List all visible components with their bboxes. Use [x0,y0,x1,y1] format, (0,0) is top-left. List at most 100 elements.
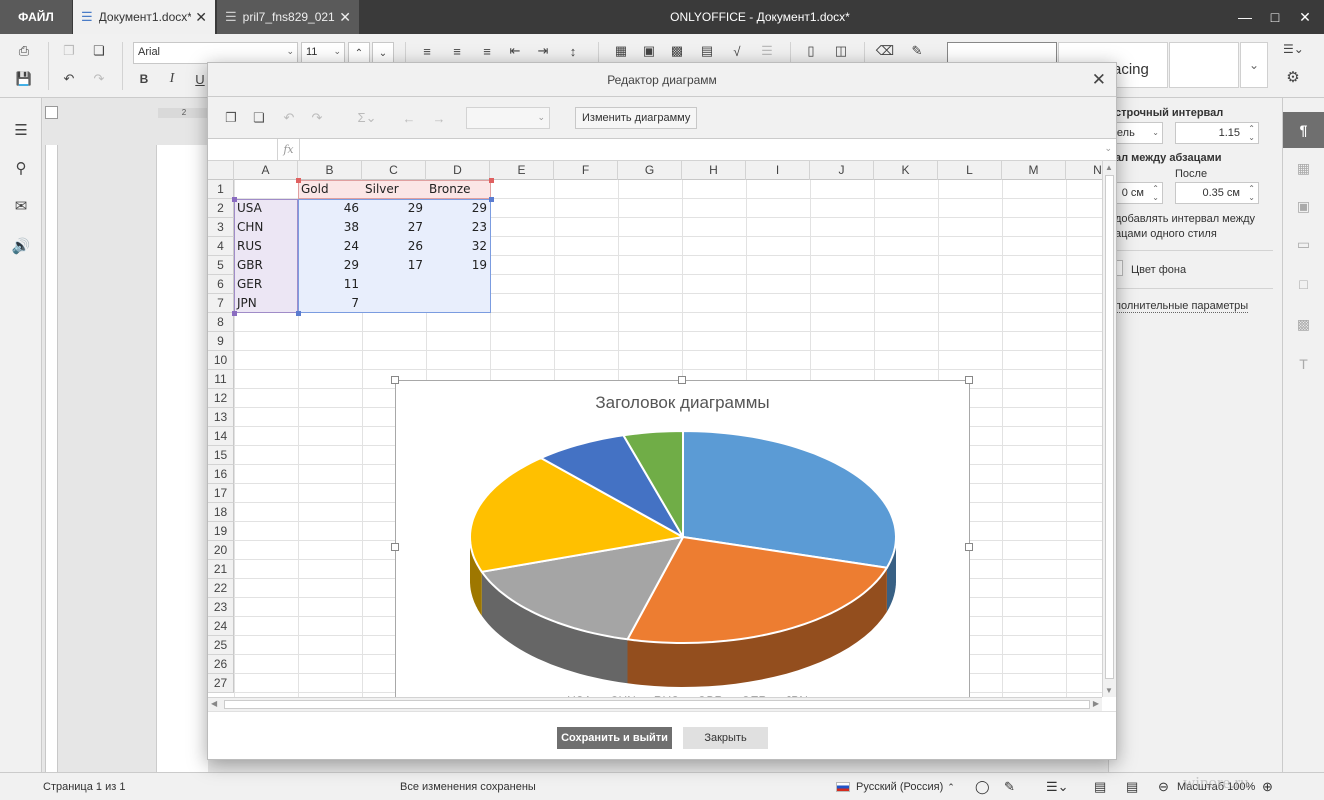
close-tab-icon[interactable]: ✕ [339,9,351,26]
print-icon[interactable]: ⎙ [13,40,35,62]
spellcheck-icon[interactable]: ✎ [1004,773,1015,800]
formula-input[interactable] [301,139,1096,160]
chevron-down-icon[interactable]: ⌄ [1104,143,1112,154]
vertical-ruler[interactable] [45,145,58,772]
equation-icon[interactable]: √ [726,40,748,62]
track-changes-icon[interactable]: ☰⌄ [1046,773,1069,800]
copy-icon[interactable]: ❐ [58,40,80,62]
row-header[interactable]: 27 [208,674,234,693]
increase-decimal-icon[interactable]: → [428,107,450,129]
row-header[interactable]: 15 [208,446,234,465]
scroll-up-icon[interactable]: ▲ [1105,163,1113,172]
navigation-icon[interactable]: ☰ [11,120,31,140]
dialog-header[interactable]: Редактор диаграмм ✕ [208,63,1116,97]
line-spacing-input[interactable]: 1.15 ⌃ ⌄ [1175,122,1259,144]
vertical-scrollbar[interactable]: ▲ ▼ [1102,161,1116,697]
dont-add-interval-label[interactable]: добавлять интервал между [1115,213,1255,225]
text-art-icon[interactable]: T [1283,346,1324,382]
spacing-after-input[interactable]: 0.35 см ⌃ ⌄ [1175,182,1259,204]
paste-icon[interactable]: ❏ [248,107,270,129]
spinner-icon[interactable]: ⌃ ⌄ [1152,184,1159,202]
image-icon[interactable]: ▣ [638,40,660,62]
row-header[interactable]: 21 [208,560,234,579]
globe-icon[interactable]: ◯ [975,773,990,800]
row-header[interactable]: 19 [208,522,234,541]
row-header[interactable]: 20 [208,541,234,560]
change-chart-button[interactable]: Изменить диаграмму [575,107,698,129]
columns-icon[interactable]: ◫ [830,40,852,62]
numbered-list-icon[interactable]: ≡ [446,40,468,62]
pie-chart-3d[interactable] [396,421,969,691]
table-icon[interactable]: ▦ [610,40,632,62]
chart-title[interactable]: Заголовок диаграммы [396,393,969,413]
header-footer-icon[interactable]: ▭ [1283,226,1324,262]
row-header[interactable]: 10 [208,351,234,370]
paste-icon[interactable]: ❏ [88,40,110,62]
resize-handle[interactable] [678,376,686,384]
spinner-icon[interactable]: ⌃ ⌄ [1248,184,1255,202]
sum-icon[interactable]: Σ⌄ [352,107,382,129]
row-header[interactable]: 2 [208,199,234,218]
scrollbar-thumb[interactable] [1105,175,1114,679]
save-and-exit-button[interactable]: Сохранить и выйти [557,727,672,749]
range-handle[interactable] [232,311,237,316]
range-handle[interactable] [489,197,494,202]
save-icon[interactable]: 💾 [13,68,35,90]
paragraph-icon[interactable]: ¶ [1283,112,1324,148]
range-handle[interactable] [296,311,301,316]
row-header[interactable]: 25 [208,636,234,655]
copy-style-icon[interactable]: ✎ [906,40,928,62]
document-tab-active[interactable]: ☰ Документ1.docx* ✕ [73,0,215,34]
range-handle[interactable] [296,178,301,183]
clear-style-icon[interactable]: ⌫ [874,40,896,62]
row-header[interactable]: 16 [208,465,234,484]
chart-icon[interactable]: ▩ [666,40,688,62]
view-settings-icon[interactable]: ☰⌄ [1283,42,1309,62]
spreadsheet-grid[interactable]: ABCDEFGHIJKLMN 1 2 3 4 5 6 7 8 9 10 11 12 13 14 15 16 17… [208,161,1116,697]
image-settings-icon[interactable]: ▣ [1283,188,1324,224]
search-icon[interactable]: ⚲ [11,158,31,178]
row-header[interactable]: 3 [208,218,234,237]
comment-icon[interactable]: ☰ [756,40,778,62]
horizontal-ruler[interactable]: 2 [158,108,210,118]
range-handle[interactable] [232,197,237,202]
chart-object[interactable]: Заголовок диаграммы USACHNRUSGBRGERJPN [395,380,970,697]
resize-handle[interactable] [965,543,973,551]
styles-expand-button[interactable]: ⌄ [1240,42,1268,88]
spinner-icon[interactable]: ⌃ ⌄ [1248,124,1255,142]
decrease-decimal-icon[interactable]: ← [398,107,420,129]
bold-button[interactable]: B [133,68,155,90]
scrollbar-thumb[interactable] [224,700,1090,709]
decrease-font-icon[interactable]: ⌄ [372,42,394,64]
undo-icon[interactable]: ↶ [278,107,300,129]
feedback-icon[interactable]: 🔊 [11,236,31,256]
decrease-indent-icon[interactable]: ⇤ [504,40,526,62]
resize-handle[interactable] [391,543,399,551]
page-counter[interactable]: Страница 1 из 1 [43,773,125,800]
fit-page-icon[interactable]: ▤ [1094,773,1106,800]
row-header[interactable]: 1 [208,180,234,199]
number-format-select[interactable]: ⌄ [466,107,550,129]
scroll-left-icon[interactable]: ◀ [211,699,217,708]
page-layout-icon[interactable]: ▯ [800,40,822,62]
text-box-icon[interactable]: ▤ [696,40,718,62]
zoom-out-icon[interactable]: ⊖ [1158,773,1169,800]
row-header[interactable]: 11 [208,370,234,389]
values-range-highlight[interactable] [298,199,491,313]
line-spacing-icon[interactable]: ↕ [562,40,584,62]
row-header[interactable]: 9 [208,332,234,351]
style-preview-heading[interactable] [1169,42,1239,88]
minimize-button[interactable]: — [1230,0,1260,34]
close-window-button[interactable]: ✕ [1290,0,1320,34]
redo-icon[interactable]: ↷ [88,68,110,90]
row-header[interactable]: 7 [208,294,234,313]
row-header[interactable]: 18 [208,503,234,522]
undo-icon[interactable]: ↶ [58,68,80,90]
document-tab[interactable]: ☰ pril7_fns829_021... ✕ [217,0,359,34]
font-size-select[interactable]: 11 ⌄ [301,42,345,64]
row-header[interactable]: 24 [208,617,234,636]
row-header[interactable]: 6 [208,275,234,294]
close-button[interactable]: Закрыть [683,727,768,749]
chart-settings-icon[interactable]: ▩ [1283,306,1324,342]
sheet-cell[interactable] [234,180,298,199]
